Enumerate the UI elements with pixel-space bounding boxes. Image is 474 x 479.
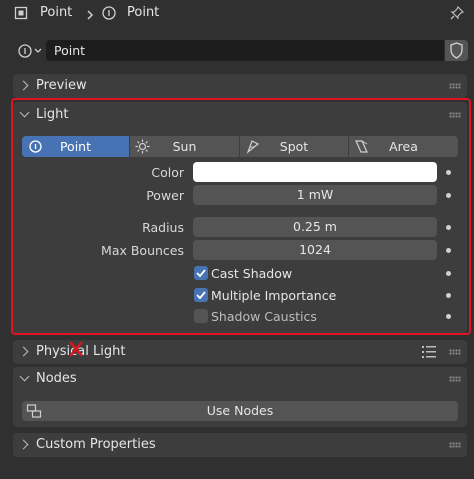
drag-grip-icon[interactable] — [449, 349, 461, 355]
preview-panel-header[interactable]: Preview — [36, 78, 87, 93]
light-data-icon — [101, 5, 117, 24]
drag-grip-icon[interactable] — [449, 376, 461, 382]
preview-panel: Preview — [13, 74, 467, 98]
breadcrumb-data[interactable]: Point — [127, 5, 159, 20]
pin-icon[interactable] — [449, 5, 465, 24]
use-nodes-label: Use Nodes — [206, 403, 274, 418]
use-nodes-button[interactable]: Use Nodes — [22, 401, 458, 421]
red-x-mark-icon — [69, 341, 83, 357]
custom-properties-panel: Custom Properties — [13, 433, 467, 457]
nodes-panel-header[interactable]: Nodes — [36, 371, 77, 386]
datablock-browse-button[interactable] — [16, 40, 44, 62]
chevron-right-icon — [18, 439, 29, 450]
fake-user-button[interactable] — [445, 40, 468, 61]
custom-properties-panel-header[interactable]: Custom Properties — [36, 437, 156, 452]
breadcrumb-chevron-icon — [86, 8, 94, 23]
list-icon[interactable] — [421, 344, 437, 360]
chevron-right-icon — [18, 80, 29, 91]
chevron-down-icon — [19, 371, 30, 382]
datablock-name: Point — [54, 43, 86, 58]
drag-grip-icon[interactable] — [449, 83, 461, 89]
breadcrumb-object[interactable]: Point — [40, 5, 72, 20]
object-icon — [14, 6, 28, 20]
datablock-name-field[interactable]: Point — [46, 40, 444, 61]
shield-icon — [450, 42, 463, 59]
drag-grip-icon[interactable] — [449, 442, 461, 448]
chevron-right-icon — [18, 346, 29, 357]
highlight-box — [11, 98, 471, 335]
